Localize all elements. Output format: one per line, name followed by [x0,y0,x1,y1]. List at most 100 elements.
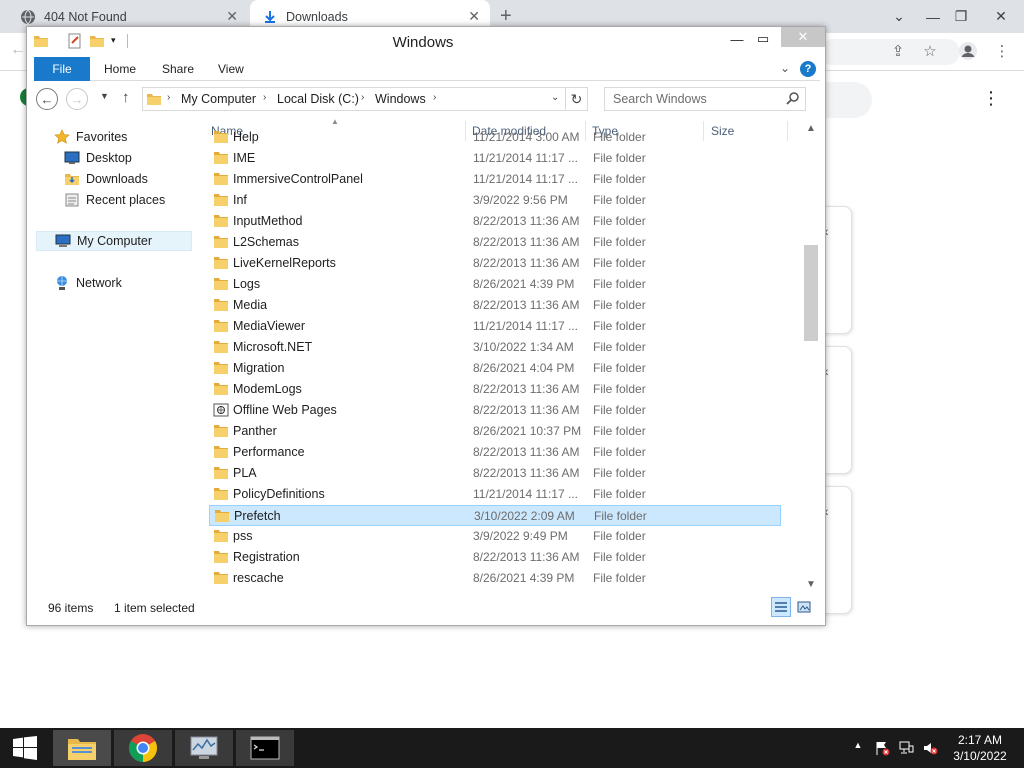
share-icon[interactable]: ⇪ [888,42,908,62]
forward-icon[interactable]: → [66,88,88,110]
help-icon[interactable]: ? [800,61,816,77]
large-icons-view-icon[interactable] [794,597,814,617]
scrollbar-thumb[interactable] [804,245,818,341]
taskbar-command-prompt[interactable] [236,730,294,766]
file-row[interactable]: Registration 8/22/2013 11:36 AM File folde… [209,547,781,568]
vertical-scrollbar[interactable]: ▲ ▼ [803,121,820,593]
search-icon[interactable] [785,91,801,107]
up-arrow-icon[interactable]: ↑ [122,89,130,106]
file-row[interactable]: rescache 8/26/2021 4:39 PM File folder [209,568,781,589]
back-icon[interactable]: ← [10,41,26,59]
tab-home[interactable]: Home [92,57,148,81]
scroll-up-icon[interactable]: ▲ [806,123,816,134]
file-list: ▲ Name Date modified Type Size Help 11/21… [207,119,803,595]
file-row[interactable]: PLA 8/22/2013 11:36 AM File folder [209,463,781,484]
page-menu-icon[interactable]: ⋮ [982,88,1000,109]
file-row[interactable]: Logs 8/26/2021 4:39 PM File folder [209,274,781,295]
maximize-icon[interactable]: ▭ [749,29,777,49]
browser-menu-icon[interactable]: ⋮ [992,42,1012,62]
breadcrumb-local-disk[interactable]: Local Disk (C:) [277,92,359,106]
details-view-icon[interactable] [771,597,791,617]
file-row[interactable]: ImmersiveControlPanel 11/21/2014 11:17 ..… [209,169,781,190]
show-hidden-icons-icon[interactable]: ▲ [850,740,866,756]
nav-label: Recent places [86,193,166,207]
taskbar-performance-monitor[interactable] [175,730,233,766]
network-status-icon[interactable] [898,740,914,756]
download-card[interactable]: ‹ [822,486,852,614]
file-row[interactable]: Inf 3/9/2022 9:56 PM File folder [209,190,781,211]
breadcrumb-separator-icon[interactable]: › [167,92,170,103]
file-date: 8/22/2013 11:36 AM [473,298,580,312]
title-bar[interactable]: ▾ Windows — ▭ ✕ [27,27,825,57]
chevron-down-icon[interactable]: ⌄ [780,61,790,75]
file-row[interactable]: LiveKernelReports 8/22/2013 11:36 AM File … [209,253,781,274]
tab-view[interactable]: View [206,57,256,81]
file-row[interactable]: InputMethod 8/22/2013 11:36 AM File folder [209,211,781,232]
bookmark-star-icon[interactable]: ☆ [920,42,940,62]
file-row[interactable]: L2Schemas 8/22/2013 11:36 AM File folder [209,232,781,253]
file-row[interactable]: PolicyDefinitions 11/21/2014 11:17 ... Fil… [209,484,781,505]
breadcrumb-my-computer[interactable]: My Computer [181,92,256,106]
column-divider[interactable] [787,121,788,141]
close-tab-icon[interactable]: ✕ [468,8,480,25]
address-dropdown-icon[interactable]: ⌄ [551,92,559,103]
file-row[interactable]: Performance 8/22/2013 11:36 AM File folder [209,442,781,463]
breadcrumb-separator-icon[interactable]: › [263,92,266,103]
start-button[interactable] [0,728,50,768]
close-icon[interactable]: ✕ [984,0,1018,33]
star-icon [54,129,70,145]
tab-share[interactable]: Share [150,57,206,81]
volume-muted-icon[interactable] [922,740,938,756]
file-row[interactable]: Panther 8/26/2021 10:37 PM File folder [209,421,781,442]
file-row[interactable]: Prefetch 3/10/2022 2:09 AM File folder [209,505,781,526]
file-row[interactable]: IME 11/21/2014 11:17 ... File folder [209,148,781,169]
file-name: Prefetch [234,509,281,523]
taskbar-file-explorer[interactable] [53,730,111,766]
address-bar[interactable]: › My Computer › Local Disk (C:) › Window… [142,87,566,111]
system-clock[interactable]: 2:17 AM 3/10/2022 [944,732,1016,764]
tab-file[interactable]: File [34,57,90,81]
new-tab-button[interactable]: + [500,5,512,28]
file-name: L2Schemas [233,235,300,249]
explorer-window: ▾ Windows — ▭ ✕ File Home Share View ⌄ ?… [26,26,826,626]
search-box[interactable] [604,87,806,111]
action-center-flag-icon[interactable] [874,740,890,756]
folder-icon [214,362,228,374]
tab-label: Downloads [286,9,348,24]
file-row[interactable]: Offline Web Pages 8/22/2013 11:36 AM File … [209,400,781,421]
taskbar-chrome[interactable] [114,730,172,766]
nav-item-my-computer[interactable]: My Computer [36,231,192,251]
recent-locations-icon[interactable]: ▼ [100,91,109,101]
breadcrumb-separator-icon[interactable]: › [361,92,364,103]
close-icon[interactable]: ✕ [781,27,825,47]
file-row[interactable]: pss 3/9/2022 9:49 PM File folder [209,526,781,547]
search-input[interactable] [605,88,783,110]
breadcrumb-windows[interactable]: Windows [375,92,426,106]
nav-item-downloads[interactable]: Downloads [64,169,148,189]
command-prompt-icon [250,736,280,760]
restore-icon[interactable]: ❐ [944,0,978,33]
download-card[interactable]: ‹ [822,206,852,334]
minimize-icon[interactable]: — [723,29,751,49]
taskbar: ▲ 2:17 AM 3/10/2022 [0,728,1024,768]
close-tab-icon[interactable]: ✕ [226,8,238,25]
window-title: Windows [392,34,454,51]
file-row[interactable]: Migration 8/26/2021 4:04 PM File folder [209,358,781,379]
nav-item-favorites[interactable]: Favorites [54,127,127,147]
back-icon[interactable]: ← [36,88,58,110]
file-row[interactable]: Media 8/22/2013 11:36 AM File folder [209,295,781,316]
breadcrumb-separator-icon[interactable]: › [433,92,436,103]
file-row[interactable]: ModemLogs 8/22/2013 11:36 AM File folder [209,379,781,400]
profile-avatar-icon[interactable] [958,41,978,61]
scroll-down-icon[interactable]: ▼ [806,579,816,590]
download-card[interactable]: ‹ [822,346,852,474]
refresh-icon[interactable]: ↻ [566,87,588,111]
nav-item-recent-places[interactable]: Recent places [64,190,165,210]
file-row[interactable]: Microsoft.NET 3/10/2022 1:34 AM File folde… [209,337,781,358]
file-type: File folder [593,214,646,228]
tab-search-icon[interactable]: ⌄ [882,0,916,33]
file-row[interactable]: MediaViewer 11/21/2014 11:17 ... File fold… [209,316,781,337]
nav-item-desktop[interactable]: Desktop [64,148,132,168]
nav-item-network[interactable]: Network [54,273,122,293]
file-row[interactable]: Help 11/21/2014 3:00 AM File folder [209,127,781,148]
